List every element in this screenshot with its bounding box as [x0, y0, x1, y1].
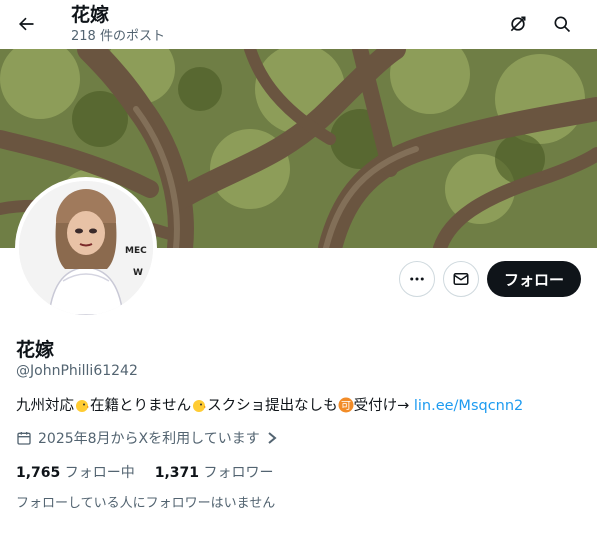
profile-name: 花嫁 — [16, 339, 55, 361]
no-notify-icon — [510, 16, 526, 32]
profile-handle: @JohnPhilli61242 — [16, 363, 138, 379]
avatar-image: MEC W — [19, 181, 153, 315]
header-title: 花嫁 — [71, 4, 110, 26]
bio-text-3: スクショ提出なしも — [207, 398, 338, 414]
follow-button[interactable]: フォロー — [487, 261, 581, 297]
back-button[interactable] — [8, 6, 44, 42]
bio-link[interactable]: lin.ee/Msqcnn2 — [414, 398, 523, 414]
following-stat[interactable]: 1,765 フォロー中 — [16, 462, 135, 482]
followers-label: フォロワー — [203, 465, 274, 481]
profile-avatar[interactable]: MEC W — [15, 177, 157, 319]
search-icon — [554, 16, 571, 33]
bio-text-4: 受付け→ — [353, 398, 414, 414]
chick-emoji-icon — [74, 397, 90, 419]
bio-text-2: 在籍とりません — [90, 398, 192, 414]
chick-emoji-icon — [191, 397, 207, 419]
svg-text:W: W — [133, 268, 143, 278]
search-button[interactable] — [544, 6, 580, 42]
chevron-right-icon — [268, 432, 277, 444]
message-button[interactable] — [443, 261, 479, 297]
top-bar: 花嫁 218 件のポスト — [0, 0, 597, 49]
calendar-icon — [17, 432, 31, 445]
followers-count: 1,371 — [154, 465, 200, 481]
header-title-group: 花嫁 218 件のポスト — [71, 3, 165, 45]
notification-toggle-button[interactable] — [500, 6, 536, 42]
profile-bio: 九州対応 在籍とりません スクショ提出なしも可受付け→ lin.ee/Msqcnn2 — [16, 396, 523, 419]
bio-text-1: 九州対応 — [16, 398, 74, 414]
profile-stats: 1,765 フォロー中 1,371 フォロワー — [16, 462, 274, 482]
post-count: 218 件のポスト — [71, 29, 165, 44]
svg-text:MEC: MEC — [125, 246, 147, 256]
message-icon — [453, 273, 469, 285]
following-count: 1,765 — [16, 465, 61, 481]
joined-text: 2025年8月からXを利用しています — [38, 431, 260, 447]
followers-you-know-note: フォローしている人にフォロワーはいません — [16, 496, 276, 511]
more-icon — [410, 277, 424, 281]
svg-text:可: 可 — [341, 401, 351, 412]
back-arrow-icon — [19, 17, 34, 31]
followers-stat[interactable]: 1,371 フォロワー — [155, 462, 274, 482]
following-label: フォロー中 — [64, 465, 135, 481]
joined-date[interactable]: 2025年8月からXを利用しています — [16, 428, 278, 448]
more-button[interactable] — [399, 261, 435, 297]
ok-kanji-emoji-icon: 可 — [338, 397, 354, 419]
